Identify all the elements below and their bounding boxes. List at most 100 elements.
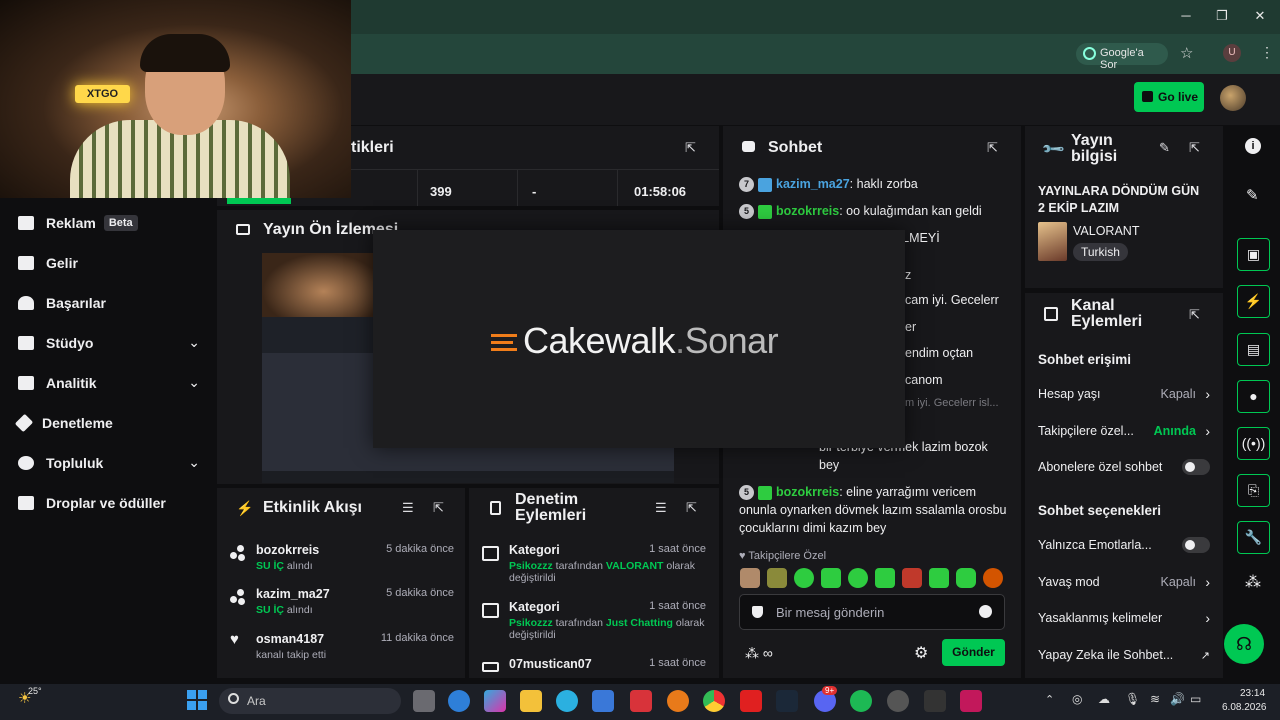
emote-icon[interactable] [983,568,1003,588]
emote-icon[interactable] [767,568,787,588]
taskbar-search[interactable]: Ara [219,688,401,714]
followers-only-row[interactable]: Takipçilere özel... Anında › [1038,423,1210,439]
browser-menu-icon[interactable]: ⋮ [1260,44,1274,61]
popout-icon[interactable]: ⇱ [1189,307,1200,323]
preview-icon [236,224,250,235]
maximize-icon[interactable]: ❐ [1212,8,1232,26]
volume-icon[interactable]: 🔊 [1170,692,1185,706]
emote-icon[interactable] [794,568,814,588]
steam-icon[interactable] [776,690,798,712]
store-icon[interactable] [592,690,614,712]
sidebar-item-gelir[interactable]: Gelir [18,251,208,275]
language-tag[interactable]: Turkish [1073,243,1128,261]
chrome-icon[interactable] [703,690,725,712]
wrench-icon[interactable]: 🔧 [1237,521,1270,554]
tray-chevron-icon[interactable]: ⌃ [1045,693,1054,706]
emote-icon[interactable] [740,568,760,588]
tray-app-icon[interactable]: ◎ [1072,692,1082,706]
terminal-icon[interactable] [924,690,946,712]
windows-start-icon[interactable] [187,690,207,710]
sidebar-item-topluluk[interactable]: Topluluk ⌄ [18,451,208,475]
banned-words-row[interactable]: Yasaklanmış kelimeler › [1038,610,1210,626]
emote-icon[interactable] [821,568,841,588]
edit-icon[interactable]: ✎ [1246,186,1259,204]
raid-icon[interactable]: ⎘ [1237,474,1270,507]
app-icon[interactable] [960,690,982,712]
spotify-icon[interactable] [850,690,872,712]
file-explorer-icon[interactable] [520,690,542,712]
emote-only-row[interactable]: Yalnızca Emotlarla... [1038,537,1210,553]
popout-icon[interactable]: ⇱ [685,140,696,156]
popout-icon[interactable]: ⇱ [1189,140,1200,156]
lightning-icon[interactable]: ⚡ [1237,285,1270,318]
app-icon[interactable] [630,690,652,712]
copilot-icon[interactable] [484,690,506,712]
notes-icon[interactable]: ▤ [1237,333,1270,366]
sidebar-item-analitik[interactable]: Analitik ⌄ [18,371,208,395]
slow-mode-row[interactable]: Yavaş mod Kapalı › [1038,574,1210,590]
popout-icon[interactable]: ⇱ [433,500,444,516]
taskbar-time[interactable]: 23:14 [1240,688,1265,699]
popout-icon[interactable]: ⇱ [987,140,998,156]
close-icon[interactable]: ✕ [1250,8,1270,26]
filter-icon[interactable]: ☰ [402,500,414,516]
sidebar-item-studyo[interactable]: Stüdyo ⌄ [18,331,208,355]
emote-only-toggle[interactable] [1182,537,1210,553]
clip-icon[interactable]: ▣ [1237,238,1270,271]
sidebar-item-denetleme[interactable]: Denetleme [14,411,208,435]
sidebar-item-droplar[interactable]: Droplar ve ödüller [18,491,208,515]
taskbar-date[interactable]: 6.08.2026 [1222,702,1267,713]
shield-icon[interactable] [752,606,763,618]
battery-icon[interactable]: ▭ [1190,692,1201,706]
points-icon[interactable]: ⁂ ∞ [745,645,773,662]
taskbar-search-placeholder: Ara [247,694,266,708]
emote-icon[interactable] [929,568,949,588]
help-icon[interactable] [448,690,470,712]
activity-item[interactable]: kazim_ma27 5 dakika önce SU İÇ alındı [230,587,454,616]
sidebar-item-basarilar[interactable]: Başarılar [18,291,208,315]
minimize-icon[interactable]: ─ [1176,8,1196,26]
emote-icon[interactable] [848,568,868,588]
chat-username[interactable]: bozokrreis [776,204,839,218]
filter-icon[interactable]: ☰ [655,500,667,516]
ai-chat-row[interactable]: Yapay Zeka ile Sohbet... ↗ [1038,648,1210,662]
subs-only-toggle[interactable] [1182,459,1210,475]
subs-only-row[interactable]: Abonelere özel sohbet [1038,459,1210,475]
edit-icon[interactable]: ✎ [1159,140,1170,156]
onedrive-icon[interactable]: ☁ [1098,692,1110,706]
game-boxart[interactable] [1038,222,1067,261]
emote-icon[interactable] [902,568,922,588]
app-icon[interactable] [667,690,689,712]
obs-icon[interactable] [887,690,909,712]
google-ask-button[interactable]: Google'a Sor [1076,43,1168,71]
task-view-icon[interactable] [413,690,435,712]
emote-icon[interactable] [875,568,895,588]
profile-avatar[interactable]: U [1223,44,1241,62]
badge-icon [758,177,772,192]
support-headset-icon[interactable]: ☊ [1224,624,1264,664]
bookmark-star-icon[interactable]: ☆ [1180,44,1193,62]
gear-icon[interactable]: ⚙ [914,643,928,663]
youtube-icon[interactable] [740,690,762,712]
activity-item[interactable]: bozokrreis 5 dakika önce SU İÇ alındı [230,543,454,572]
broadcast-icon[interactable]: ((•)) [1237,427,1270,460]
setting-label: Yasaklanmış kelimeler [1038,611,1163,625]
account-age-row[interactable]: Hesap yaşı Kapalı › [1038,386,1210,402]
edge-icon[interactable] [556,690,578,712]
points-icon[interactable]: ⁂ [1245,572,1261,592]
send-button[interactable]: Gönder [942,639,1005,666]
chat-username[interactable]: bozokrreis [776,485,839,499]
go-live-button[interactable]: Go live [1134,82,1204,112]
game-name[interactable]: VALORANT [1073,224,1139,238]
emoji-icon[interactable] [979,605,992,618]
popout-icon[interactable]: ⇱ [686,500,697,516]
chat-bubble-icon[interactable]: ● [1237,380,1270,413]
emote-icon[interactable] [956,568,976,588]
chat-message-input[interactable]: Bir mesaj gönderin [739,594,1005,630]
chat-username[interactable]: kazim_ma27 [776,177,850,191]
sidebar-item-reklam[interactable]: Reklam Beta [18,211,208,235]
microphone-icon[interactable]: 🎙 [1125,692,1140,706]
info-icon[interactable]: i [1245,138,1261,154]
wifi-icon[interactable]: ≋ [1150,692,1160,706]
user-avatar[interactable] [1220,85,1246,111]
